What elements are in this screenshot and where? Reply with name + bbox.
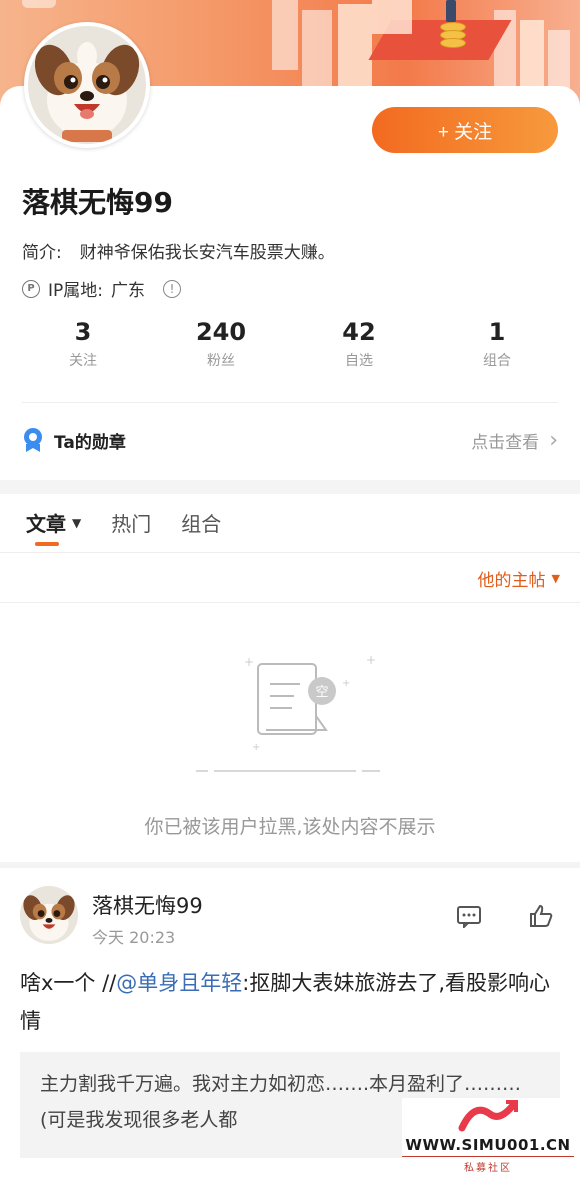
ip-icon: P [22,279,40,298]
ip-label: IP属地: [48,281,103,301]
post-avatar[interactable] [20,886,78,944]
site-watermark: WWW.SIMU001.CN 私募社区 [402,1098,574,1174]
post-text-prefix: 啥x一个 // [20,971,117,995]
tab-portfolio[interactable]: 组合 [181,508,221,537]
tab-label: 热门 [111,512,152,536]
follow-button[interactable]: + 关注 [372,107,558,153]
dog-avatar-image [20,886,78,944]
stat-label: 粉丝 [207,353,235,369]
stat-followers[interactable]: 240 粉丝 [152,318,290,370]
filter-label: 他的主帖 [477,571,546,591]
chevron-right-icon: › [549,427,558,453]
blocked-notice: 你已被该用户拉黑,该处内容不展示 [144,816,436,838]
post-timestamp: 今天 20:23 [92,928,176,947]
caret-down-icon: ▼ [551,572,560,585]
like-icon[interactable] [528,904,554,928]
profile-card: + 关注 落棋无悔99 简介: 财神爷保佑我长安汽车股票大赚。 P IP属地: … [0,22,580,480]
tab-hot[interactable]: 热门 [111,508,151,537]
divider [22,402,558,403]
bio-text: 财神爷保佑我长安汽车股票大赚。 [79,243,335,263]
tab-label: 文章 [26,512,66,536]
stat-label: 自选 [345,353,373,369]
stat-value: 1 [488,318,506,346]
stat-value: 240 [195,318,247,346]
dog-avatar-image [28,26,146,144]
watermark-logo-icon [458,1100,518,1132]
divider [0,602,580,603]
stat-following[interactable]: 3 关注 [14,318,152,370]
avatar[interactable] [24,22,150,148]
svg-text:+: + [244,655,254,669]
stat-value: 42 [342,318,376,346]
svg-text:+: + [342,678,350,689]
stat-label: 组合 [483,353,511,369]
svg-text:+: + [366,653,376,667]
bio-label: 简介: [22,243,62,263]
badges-row[interactable]: Ta的勋章 点击查看 › [22,418,558,462]
active-tab-indicator [35,542,59,546]
watermark-sub: 私募社区 [402,1156,574,1174]
follow-label: + 关注 [437,121,493,143]
tab-articles[interactable]: 文章 ▼ [26,508,82,546]
content-section: 文章 ▼ 热门 组合 他的主帖 ▼ 空 + + + + 你已被该用户拉黑,该处内… [0,494,580,862]
main-posts-filter[interactable]: 他的主帖 ▼ [478,566,560,591]
watermark-site: WWW.SIMU001.CN [405,1136,571,1154]
badges-view-link[interactable]: 点击查看 › [471,428,558,453]
info-icon[interactable]: ! [163,279,181,298]
empty-document-icon: 空 + + + + [196,653,380,772]
username: 落棋无悔99 [22,186,173,219]
content-tabs: 文章 ▼ 热门 组合 [26,508,221,546]
ip-location: P IP属地: 广东 ! [22,276,181,301]
badges-link-label: 点击查看 [471,432,540,453]
post-actions [456,904,554,928]
stat-label: 关注 [69,353,97,369]
post-author[interactable]: 落棋无悔99 [92,890,203,920]
stat-portfolio[interactable]: 1 组合 [428,318,566,370]
mention-link[interactable]: @单身且年轻 [116,971,242,995]
comment-icon[interactable] [456,904,482,928]
tab-label: 组合 [181,512,222,536]
stat-watchlist[interactable]: 42 自选 [290,318,428,370]
badges-title: Ta的勋章 [54,432,126,453]
stat-value: 3 [74,318,92,346]
medal-icon [24,428,42,452]
bio: 简介: 财神爷保佑我长安汽车股票大赚。 [22,238,335,263]
post-body: 啥x一个 //@单身且年轻:抠脚大表妹旅游去了,看股影响心情 [20,964,560,1040]
ip-value: 广东 [111,281,145,301]
caret-down-icon: ▼ [72,515,82,530]
svg-text:+: + [252,742,260,753]
empty-badge-text: 空 [315,685,328,700]
divider [0,552,580,553]
stats-row: 3 关注 240 粉丝 42 自选 1 组合 [14,318,566,370]
